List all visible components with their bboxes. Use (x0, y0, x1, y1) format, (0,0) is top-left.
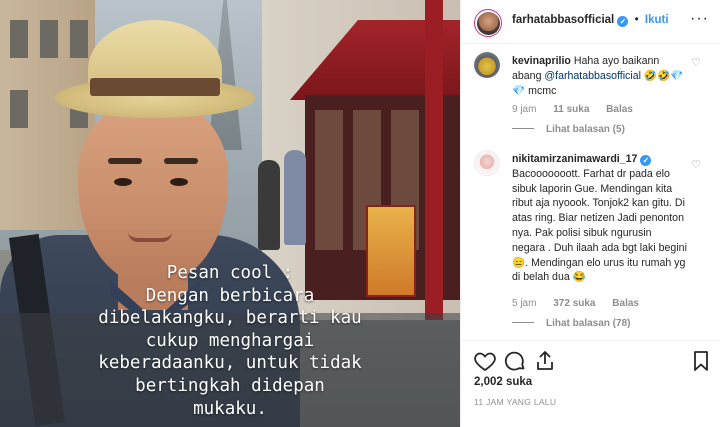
comment-text: kevinaprilio Haha ayo baikann abang @far… (512, 54, 687, 98)
view-replies-button[interactable]: Lihat balasan (5) (512, 124, 625, 135)
comment-time: 9 jam (512, 104, 537, 115)
post-photo[interactable]: Pesan cool : Dengan berbicara dibelakang… (0, 0, 460, 427)
separator-dot: • (634, 14, 639, 26)
replies-line (512, 322, 534, 323)
reply-button[interactable]: Balas (612, 298, 639, 309)
likes-count[interactable]: 2,002 suka (474, 376, 532, 388)
follow-button[interactable]: Ikuti (645, 14, 669, 26)
heart-small-icon[interactable]: ♡ (691, 158, 701, 171)
action-bar (461, 340, 720, 380)
reply-button[interactable]: Balas (606, 104, 633, 115)
mention-link[interactable]: @farhatabbasofficial (544, 70, 641, 82)
heart-small-icon[interactable]: ♡ (691, 56, 701, 69)
commenter-avatar[interactable] (474, 52, 500, 78)
owner-line: farhatabbasofficial ✓ • Ikuti (512, 14, 669, 27)
verified-badge-icon: ✓ (640, 155, 652, 166)
photo-caption-text: Pesan cool : Dengan berbicara dibelakang… (98, 263, 362, 419)
heart-icon[interactable] (473, 349, 497, 373)
post-header: farhatabbasofficial ✓ • Ikuti ··· (461, 0, 720, 44)
comment-meta: 9 jam 11 suka Balas (512, 104, 647, 115)
comment-likes[interactable]: 372 suka (553, 298, 595, 309)
comment-body: Bacooooooott. Farhat dr pada elo sibuk l… (512, 167, 687, 284)
view-replies-label: Lihat balasan (78) (546, 318, 631, 329)
share-icon[interactable] (533, 349, 557, 373)
comment-likes[interactable]: 11 suka (553, 104, 589, 115)
comment-icon[interactable] (503, 349, 527, 373)
post-timestamp: 11 JAM YANG LALU (474, 397, 557, 407)
commenter-username[interactable]: nikitamirzanimawardi_17 (512, 153, 637, 165)
comment-meta: 5 jam 372 suka Balas (512, 298, 653, 309)
bookmark-icon[interactable] (689, 349, 713, 373)
replies-line (512, 128, 534, 129)
owner-avatar[interactable] (474, 9, 502, 37)
post-side-panel: farhatabbasofficial ✓ • Ikuti ··· kevina… (460, 0, 720, 427)
more-horizontal-icon[interactable]: ··· (690, 10, 709, 28)
view-replies-label: Lihat balasan (5) (546, 124, 625, 135)
commenter-avatar[interactable] (474, 150, 500, 176)
commenter-username[interactable]: kevinaprilio (512, 55, 571, 67)
verified-badge-icon: ✓ (617, 16, 629, 27)
owner-username[interactable]: farhatabbasofficial (512, 14, 614, 26)
view-replies-button[interactable]: Lihat balasan (78) (512, 318, 630, 329)
comment-time: 5 jam (512, 298, 537, 309)
comment-text: nikitamirzanimawardi_17 ✓ Bacooooooott. … (512, 152, 687, 285)
